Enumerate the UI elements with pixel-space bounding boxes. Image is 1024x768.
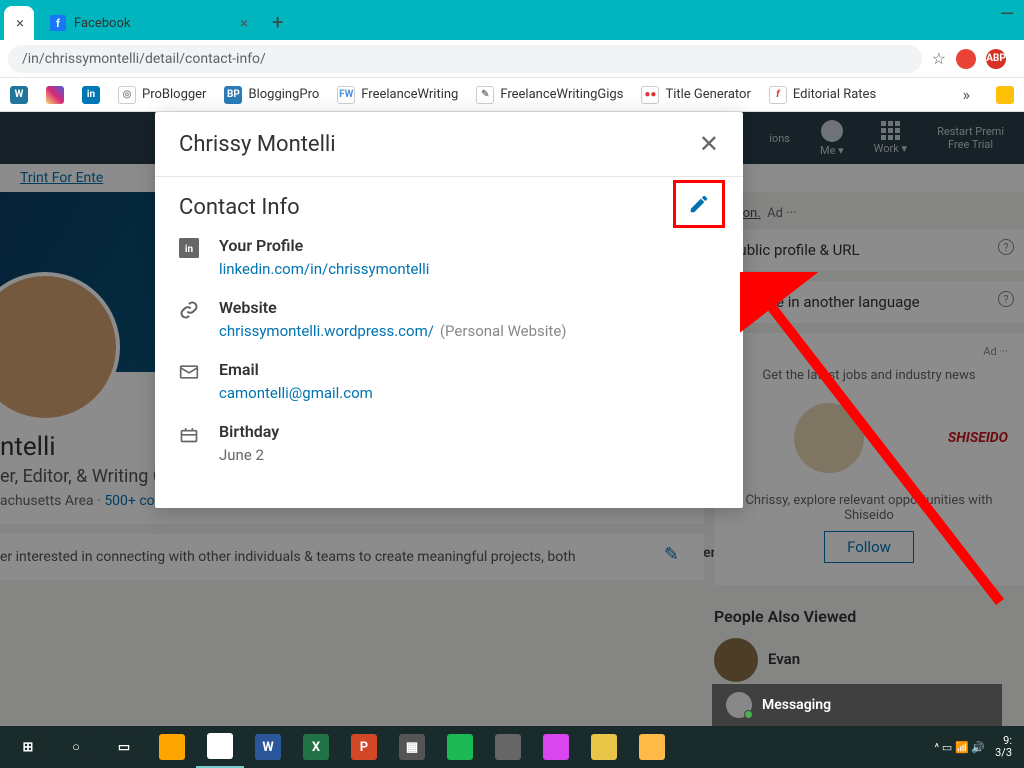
browser-tab-facebook[interactable]: f Facebook × [38,6,258,40]
taskbar-app-0[interactable]: ⊞ [4,726,52,768]
problogger-icon: ◎ [118,86,136,104]
link-icon [179,298,201,340]
info-label: Website [219,298,567,317]
app-icon: ○ [63,734,89,760]
taskbar-app-1[interactable]: ○ [52,726,100,768]
app-icon: P [351,734,377,760]
fw-icon: FW [337,86,355,104]
tray-icons[interactable]: ^ ▭ 📶 🔊 [935,741,986,754]
taskbar-app-8[interactable]: ▦ [388,726,436,768]
app-icon: W [255,734,281,760]
bookmarks-bar: W in ◎ProBlogger BPBloggingPro FWFreelan… [0,78,1024,112]
taskbar-app-7[interactable]: P [340,726,388,768]
system-tray[interactable]: ^ ▭ 📶 🔊 9:3/3 [935,735,1020,759]
info-label: Birthday [219,422,279,441]
info-value[interactable]: camontelli@gmail.com [219,384,373,402]
info-value: June 2 [219,446,264,464]
messaging-panel[interactable]: Messaging [712,684,1002,726]
taskbar-app-2[interactable]: ▭ [100,726,148,768]
bookmark-editorial[interactable]: fEditorial Rates [769,86,876,104]
taskbar-app-3[interactable] [148,726,196,768]
info-label: Your Profile [219,236,429,255]
bloggingpro-icon: BP [224,86,242,104]
bookmark-fwgigs[interactable]: ✎FreelanceWritingGigs [476,86,623,104]
app-icon [591,734,617,760]
taskbar-app-5[interactable]: W [244,726,292,768]
bookmark-freelancewriting[interactable]: FWFreelanceWriting [337,86,458,104]
svg-text:in: in [185,244,194,255]
bookmark-titlegen[interactable]: ●●Title Generator [641,86,750,104]
titlegen-icon: ●● [641,86,659,104]
contact-info-modal: Chrissy Montelli ✕ Contact Info in Your … [155,112,743,508]
browser-tab-strip: × f Facebook × + — [0,0,1024,40]
app-icon: X [303,734,329,760]
url-bar: /in/chrissymontelli/detail/contact-info/… [0,40,1024,78]
linkedin-page: ions Me ▾ Work ▾ Restart Premi Free Tria… [0,112,1024,726]
taskbar-app-11[interactable] [532,726,580,768]
contact-info-heading: Contact Info [179,195,719,220]
browser-tab-current[interactable]: × [4,6,34,40]
bookmark-instagram[interactable] [46,86,64,104]
taskbar-app-9[interactable] [436,726,484,768]
online-status-icon [744,710,753,719]
facebook-icon: f [50,15,66,31]
app-icon: ▦ [399,734,425,760]
app-icon: ▭ [111,734,137,760]
info-row-email: Email camontelli@gmail.com [179,360,719,402]
info-value[interactable]: linkedin.com/in/chrissymontelli [219,260,429,278]
app-icon [159,734,185,760]
close-button[interactable]: ✕ [699,130,719,158]
bookmark-folder-icon[interactable] [996,86,1014,104]
info-row-linkedin: in Your Profile linkedin.com/in/chrissym… [179,236,719,278]
bookmark-wordpress[interactable]: W [10,86,28,104]
bookmark-linkedin[interactable]: in [82,86,100,104]
info-note: (Personal Website) [440,322,567,340]
wordpress-icon: W [10,86,28,104]
email-icon [179,360,201,402]
new-tab-button[interactable]: + [272,10,283,34]
instagram-icon [46,86,64,104]
bookmarks-overflow[interactable]: » [963,85,971,104]
linkedin-icon: in [82,86,100,104]
info-value[interactable]: chrissymontelli.wordpress.com/ [219,322,434,340]
taskbar-app-10[interactable] [484,726,532,768]
app-icon [543,734,569,760]
info-label: Email [219,360,373,379]
tab-close-icon[interactable]: × [240,14,248,32]
birthday-icon [179,422,201,464]
messaging-avatar-icon [726,692,752,718]
extension-icon[interactable] [956,49,976,69]
tab-close-icon[interactable]: × [16,14,24,32]
annotation-highlight [673,180,725,228]
window-minimize-button[interactable]: — [1000,4,1014,25]
extension-abp-icon[interactable]: ABP [986,49,1006,69]
windows-taskbar: ⊞ ○ ▭ WXP ▦ ^ ▭ 📶 🔊 9:3/3 [0,726,1024,768]
bookmark-bloggingpro[interactable]: BPBloggingPro [224,86,319,104]
taskbar-app-6[interactable]: X [292,726,340,768]
clock[interactable]: 9:3/3 [995,735,1012,759]
app-icon [207,733,233,759]
taskbar-app-13[interactable] [628,726,676,768]
bookmark-problogger[interactable]: ◎ProBlogger [118,86,206,104]
info-row-link: Website chrissymontelli.wordpress.com/ (P… [179,298,719,340]
linkedin-icon: in [179,236,201,278]
app-icon: ⊞ [15,734,41,760]
app-icon [639,734,665,760]
taskbar-app-12[interactable] [580,726,628,768]
app-icon [495,734,521,760]
modal-title: Chrissy Montelli [179,132,336,157]
app-icon [447,734,473,760]
editorial-icon: f [769,86,787,104]
fwgigs-icon: ✎ [476,86,494,104]
tab-title: Facebook [74,16,130,31]
info-row-birthday: Birthday June 2 [179,422,719,464]
taskbar-app-4[interactable] [196,726,244,768]
bookmark-star-icon[interactable]: ☆ [932,49,946,68]
url-input[interactable]: /in/chrissymontelli/detail/contact-info/ [8,45,922,73]
